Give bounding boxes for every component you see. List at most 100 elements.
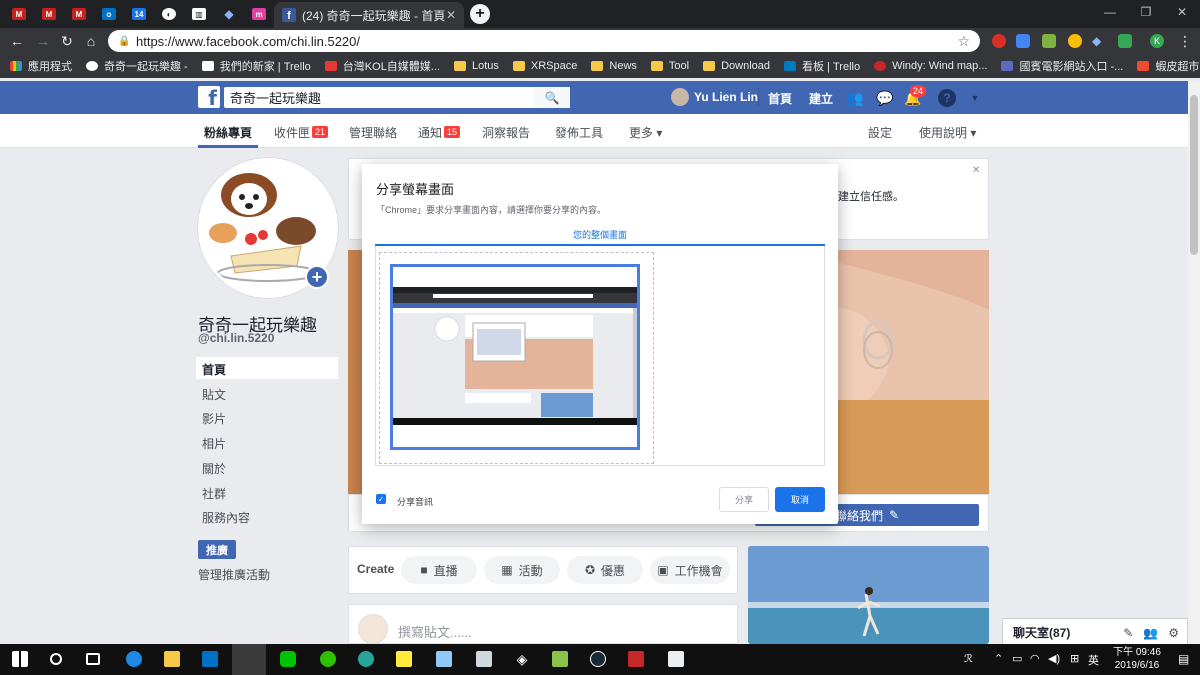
search-icon[interactable]: 🔍 [534, 87, 570, 108]
messenger-icon[interactable]: 💬 [876, 89, 894, 107]
add-photo-button[interactable]: + [305, 265, 329, 289]
close-icon[interactable]: ✕ [446, 8, 456, 22]
tab-notifications[interactable]: 通知 15 [418, 124, 461, 141]
layers-app-icon[interactable] [552, 651, 568, 667]
battery-icon[interactable]: ▭ [1012, 652, 1022, 665]
sticky-notes-icon[interactable] [396, 651, 412, 667]
3d-app-icon[interactable] [476, 651, 492, 667]
bookmark-kol[interactable]: 台灣KOL自媒體媒... [324, 58, 440, 74]
steam-icon[interactable] [590, 651, 606, 667]
reload-button[interactable]: ↻ [58, 32, 76, 50]
action-center-icon[interactable]: ▤ [1178, 646, 1192, 672]
minimize-button[interactable]: — [1092, 0, 1128, 24]
people-icon[interactable]: ℛ [964, 652, 973, 665]
profile-avatar[interactable]: K [1150, 34, 1164, 48]
bookmark-trello-board[interactable]: 看板 | Trello [784, 58, 860, 74]
edge-icon[interactable] [126, 651, 142, 667]
facebook-logo-icon[interactable]: f [198, 86, 220, 108]
wechat-icon[interactable] [320, 651, 336, 667]
group-icon[interactable]: 👥 [1143, 626, 1158, 640]
ime-mode-icon[interactable]: ⊞ [1070, 652, 1079, 665]
address-bar[interactable]: 🔒 https://www.facebook.com/chi.lin.5220/… [108, 30, 980, 52]
promote-button[interactable]: 推廣 [198, 540, 236, 559]
photos-icon[interactable] [668, 651, 684, 667]
back-button[interactable]: ← [8, 32, 26, 50]
bookmark-trello-home[interactable]: 我們的新家 | Trello [201, 58, 311, 74]
tab-inbox[interactable]: 收件匣 21 [274, 124, 329, 141]
create-offer-button[interactable]: ✪ 優惠 [567, 556, 643, 584]
left-nav-photos[interactable]: 相片 [196, 431, 338, 453]
menu-kebab-icon[interactable]: ⋮ [1176, 32, 1194, 50]
extension-translate-icon[interactable] [1016, 34, 1030, 48]
tab-help[interactable]: 使用說明 ▾ [919, 124, 976, 141]
bookmark-apps[interactable]: 應用程式 [10, 58, 72, 74]
new-tab-button[interactable]: + [470, 4, 490, 24]
bookmark-star-icon[interactable]: ☆ [957, 33, 970, 50]
nav-create-link[interactable]: 建立 [809, 90, 833, 107]
volume-icon[interactable]: ◀) [1048, 652, 1060, 665]
bookmark-shopee[interactable]: 蝦皮超市多樣超人... [1137, 58, 1200, 74]
at-app-icon[interactable] [358, 651, 374, 667]
show-hidden-icons[interactable]: ⌃ [994, 652, 1003, 665]
nav-home-link[interactable]: 首頁 [768, 90, 792, 107]
forward-button[interactable]: → [34, 32, 52, 50]
friend-requests-icon[interactable]: 👥 [846, 89, 864, 107]
search-icon[interactable] [50, 653, 62, 665]
page-scrollbar-thumb[interactable] [1190, 95, 1198, 255]
extension-evernote-icon[interactable] [1118, 34, 1132, 48]
left-nav-community[interactable]: 社群 [196, 481, 338, 503]
bookmark-cinema[interactable]: 國賓電影網站入口 -... [1001, 58, 1123, 74]
left-nav-services[interactable]: 服務內容 [196, 505, 338, 527]
settings-gear-icon[interactable]: ⚙ [1168, 626, 1179, 640]
share-audio-checkbox[interactable]: ✓ [376, 494, 386, 504]
active-tab[interactable]: f (24) 奇奇一起玩樂趣 - 首頁 ✕ [274, 2, 464, 28]
bookmark-xrspace[interactable]: XRSpace [512, 60, 577, 72]
left-nav-home[interactable]: 首頁 [196, 357, 338, 379]
bookmark-download[interactable]: Download [703, 60, 770, 72]
pinned-tab-diamond[interactable]: ◆ [214, 4, 244, 24]
pinned-tab-trello[interactable]: ▥ [184, 4, 214, 24]
left-nav-posts[interactable]: 貼文 [196, 382, 338, 404]
ime-language[interactable]: 英 [1088, 652, 1099, 668]
account-menu-icon[interactable]: ▼ [966, 89, 984, 107]
create-event-button[interactable]: ▦ 活動 [484, 556, 560, 584]
window-close-button[interactable]: ✕ [1164, 0, 1200, 24]
pinned-tab-outlook[interactable]: o [94, 4, 124, 24]
maximize-button[interactable]: ❐ [1128, 0, 1164, 24]
tab-more[interactable]: 更多 ▾ [629, 124, 662, 141]
tab-settings[interactable]: 設定 [868, 124, 892, 141]
file-explorer-icon[interactable] [164, 651, 180, 667]
user-avatar[interactable] [671, 88, 689, 106]
pinned-tab-m[interactable]: m [244, 4, 274, 24]
screen-thumbnail[interactable] [390, 264, 640, 450]
outlook-icon[interactable] [202, 651, 218, 667]
tab-contacts[interactable]: 管理聯絡 [349, 124, 397, 141]
windows-start-icon[interactable] [12, 651, 28, 667]
line-icon[interactable] [280, 651, 296, 667]
game-app-icon[interactable] [628, 651, 644, 667]
bookmark-tool[interactable]: Tool [650, 60, 689, 72]
tab-insights[interactable]: 洞察報告 [482, 124, 530, 141]
bookmark-windy[interactable]: Windy: Wind map... [874, 60, 987, 72]
task-view-icon[interactable] [86, 653, 100, 665]
bookmark-lotus[interactable]: Lotus [453, 60, 499, 72]
beach-photo[interactable] [748, 546, 989, 644]
extension-yellow-icon[interactable] [1068, 34, 1082, 48]
pinned-tab-gmail-1[interactable]: M [4, 4, 34, 24]
left-nav-videos[interactable]: 影片 [196, 406, 338, 428]
create-job-button[interactable]: ▣ 工作機會 [650, 556, 730, 584]
bookmark-page[interactable]: 奇奇一起玩樂趣 - [86, 58, 188, 74]
search-input[interactable] [224, 87, 534, 108]
tab-entire-screen[interactable]: 您的整個畫面 [362, 228, 838, 241]
create-live-button[interactable]: ■ 直播 [401, 556, 477, 584]
user-name-link[interactable]: Yu Lien Lin [694, 90, 758, 104]
share-button[interactable]: 分享 [719, 487, 769, 512]
pinned-tab-calendar[interactable]: 14 [124, 4, 154, 24]
close-icon[interactable]: ✕ [972, 165, 980, 176]
help-icon[interactable]: ? [938, 89, 956, 107]
pinned-tab-gmail-2[interactable]: M [34, 4, 64, 24]
tab-publishing-tools[interactable]: 發佈工具 [555, 124, 603, 141]
extension-diamond-icon[interactable]: ◆ [1092, 34, 1106, 48]
page-handle[interactable]: @chi.lin.5220 [198, 331, 274, 345]
extension-red-icon[interactable] [992, 34, 1006, 48]
